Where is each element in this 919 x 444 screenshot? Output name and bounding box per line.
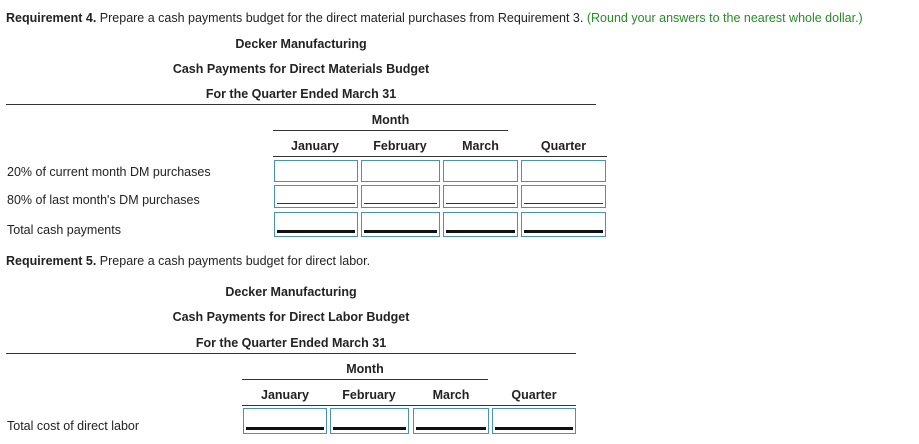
req4-current-february-cell[interactable] [361, 160, 440, 182]
req5-company: Decker Manufacturing [225, 285, 357, 299]
double-underline [495, 427, 573, 430]
double-underline [524, 230, 603, 233]
req4-period: For the Quarter Ended March 31 [205, 87, 397, 101]
req4-col-january: January [291, 139, 339, 153]
req5-budget-name: Cash Payments for Direct Labor Budget [172, 310, 410, 324]
req5-col-january: January [261, 388, 309, 402]
req4-total-march-cell[interactable] [443, 212, 518, 237]
req5-title-text: Prepare a cash payments budget for direc… [96, 254, 371, 268]
req4-last-quarter-cell[interactable] [521, 185, 606, 208]
req4-heading: Requirement 4. Prepare a cash payments b… [6, 11, 863, 25]
req4-row-label-last: 80% of last month's DM purchases [7, 193, 200, 207]
req5-col-march: March [432, 388, 470, 402]
double-underline [446, 230, 515, 233]
req4-total-february-cell[interactable] [361, 212, 440, 237]
req4-header-rule [6, 104, 596, 105]
req4-current-january-cell[interactable] [274, 160, 358, 182]
req5-total-january-cell[interactable] [243, 408, 327, 434]
req4-current-march-cell[interactable] [443, 160, 518, 182]
req5-total-march-cell[interactable] [413, 408, 489, 434]
req4-current-february-input[interactable] [363, 162, 438, 180]
req4-row-label-current: 20% of current month DM purchases [7, 165, 211, 179]
req5-month-header: Month [346, 362, 384, 376]
req5-col-quarter: Quarter [511, 388, 557, 402]
req4-last-february-cell[interactable] [361, 185, 440, 208]
req4-total-quarter-cell[interactable] [521, 212, 606, 237]
req5-col-february: February [342, 388, 396, 402]
req5-month-rule [242, 379, 488, 380]
req4-title-text: Prepare a cash payments budget for the d… [96, 11, 584, 25]
req4-budget-name: Cash Payments for Direct Materials Budge… [172, 62, 430, 76]
underline [446, 203, 515, 204]
underline [277, 203, 355, 204]
req4-col-quarter: Quarter [540, 139, 587, 153]
req4-company: Decker Manufacturing [235, 37, 367, 51]
req4-total-january-cell[interactable] [274, 212, 358, 237]
req4-current-january-input[interactable] [276, 162, 356, 180]
req4-current-quarter-input[interactable] [523, 162, 604, 180]
underline [524, 203, 603, 204]
req5-title-bold: Requirement 5. [6, 254, 97, 268]
double-underline [364, 230, 437, 233]
req4-column-rule [273, 156, 607, 157]
req4-current-quarter-cell[interactable] [521, 160, 606, 182]
req4-col-february: February [373, 139, 427, 153]
req5-period: For the Quarter Ended March 31 [195, 336, 387, 350]
req5-total-february-cell[interactable] [330, 408, 409, 434]
req4-month-header: Month [371, 113, 410, 127]
underline [364, 203, 437, 204]
req5-column-rule [242, 405, 576, 406]
req4-rounding-note: (Round your answers to the nearest whole… [586, 11, 863, 25]
double-underline [333, 427, 406, 430]
double-underline [246, 427, 324, 430]
req4-row-label-total: Total cash payments [7, 223, 121, 237]
req4-current-march-input[interactable] [445, 162, 516, 180]
req4-title-bold: Requirement 4. [6, 11, 97, 25]
req4-last-march-cell[interactable] [443, 185, 518, 208]
double-underline [416, 427, 486, 430]
req5-heading: Requirement 5. Prepare a cash payments b… [6, 254, 370, 268]
req5-row-label-total: Total cost of direct labor [7, 419, 140, 433]
double-underline [277, 230, 355, 233]
req4-last-january-cell[interactable] [274, 185, 358, 208]
req4-col-march: March [462, 139, 499, 153]
req5-total-quarter-cell[interactable] [492, 408, 576, 434]
req5-header-rule [6, 353, 576, 354]
req4-month-rule [273, 130, 508, 131]
